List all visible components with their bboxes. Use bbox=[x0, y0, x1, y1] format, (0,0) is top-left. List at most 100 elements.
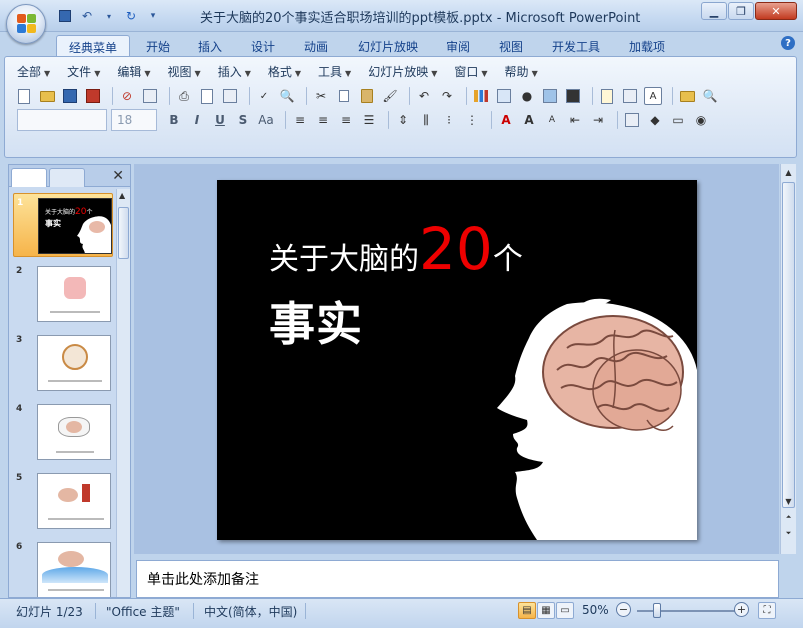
picture-icon[interactable] bbox=[541, 87, 559, 105]
menu-format[interactable]: 格式 ▼ bbox=[268, 63, 301, 81]
slide-thumbnail-1[interactable]: 1 关于大脑的20个 事实 bbox=[13, 193, 113, 257]
paste-icon[interactable] bbox=[358, 87, 376, 105]
tab-view[interactable]: 视图 bbox=[491, 35, 531, 56]
menu-window[interactable]: 窗口 ▼ bbox=[454, 63, 487, 81]
tab-home[interactable]: 开始 bbox=[138, 35, 178, 56]
shape-fill-icon[interactable]: ◉ bbox=[692, 111, 710, 129]
maximize-button[interactable]: ❐ bbox=[728, 2, 754, 20]
format-painter-icon[interactable]: 🖌 bbox=[381, 87, 399, 105]
customize-qat-icon[interactable]: ▾ bbox=[144, 7, 162, 25]
change-case-button[interactable]: Aa bbox=[257, 111, 275, 129]
print-layout-icon[interactable] bbox=[221, 87, 239, 105]
underline-button[interactable]: U bbox=[211, 111, 229, 129]
increase-indent-icon[interactable]: ⇥ bbox=[589, 111, 607, 129]
slideshow-view-icon[interactable]: ▭ bbox=[556, 602, 574, 619]
close-icon[interactable]: ✕ bbox=[112, 168, 124, 184]
redo-icon[interactable]: ↷ bbox=[438, 87, 456, 105]
numbering-icon[interactable]: ⋮ bbox=[463, 111, 481, 129]
layout-icon[interactable] bbox=[621, 87, 639, 105]
tab-developer[interactable]: 开发工具 bbox=[545, 35, 607, 56]
tab-review[interactable]: 审阅 bbox=[438, 35, 478, 56]
slide-sorter-icon[interactable]: ▦ bbox=[537, 602, 555, 619]
shapes-icon[interactable]: ◆ bbox=[646, 111, 664, 129]
menu-slideshow[interactable]: 幻灯片放映 ▼ bbox=[368, 63, 437, 81]
undo-icon[interactable]: ↶ bbox=[415, 87, 433, 105]
menu-insert[interactable]: 插入 ▼ bbox=[218, 63, 251, 81]
scroll-down-icon[interactable]: ▼ bbox=[782, 494, 795, 508]
align-right-icon[interactable]: ≡ bbox=[337, 111, 355, 129]
tab-slides[interactable] bbox=[11, 168, 47, 187]
bold-button[interactable]: B bbox=[165, 111, 183, 129]
font-color-icon[interactable]: A bbox=[497, 111, 515, 129]
undo-icon[interactable]: ↶ bbox=[78, 7, 96, 25]
print-icon[interactable]: ⎙ bbox=[175, 87, 193, 105]
menu-help[interactable]: 帮助 ▼ bbox=[505, 63, 538, 81]
notes-pane[interactable]: 单击此处添加备注 bbox=[136, 560, 779, 598]
slide-thumbnail-4[interactable]: 4 bbox=[13, 400, 113, 464]
scrollbar-thumb[interactable] bbox=[782, 182, 795, 508]
scroll-up-icon[interactable]: ▲ bbox=[119, 191, 125, 200]
align-center-icon[interactable]: ≡ bbox=[314, 111, 332, 129]
save-icon[interactable] bbox=[56, 7, 74, 25]
current-slide[interactable]: 关于大脑的20个 事实 bbox=[217, 180, 697, 540]
slide-thumbnail-2[interactable]: 2 bbox=[13, 262, 113, 326]
language-indicator[interactable]: 中文(简体，中国) bbox=[204, 603, 297, 620]
shape-style-icon[interactable]: ▭ bbox=[669, 111, 687, 129]
shadow-button[interactable]: S bbox=[234, 111, 252, 129]
tab-slideshow[interactable]: 幻灯片放映 bbox=[350, 35, 426, 56]
slide-thumbnail-5[interactable]: 5 bbox=[13, 469, 113, 533]
menu-file[interactable]: 文件 ▼ bbox=[67, 63, 100, 81]
close-button[interactable]: ✕ bbox=[755, 2, 797, 20]
print-preview-icon[interactable] bbox=[198, 87, 216, 105]
shrink-font-icon[interactable]: A bbox=[543, 111, 561, 129]
text-direction-icon[interactable]: ⇕ bbox=[394, 111, 412, 129]
arrange-icon[interactable] bbox=[623, 111, 641, 129]
research-icon[interactable]: 🔍 bbox=[278, 87, 296, 105]
previous-slide-icon[interactable]: ⏶ bbox=[782, 510, 795, 524]
tab-addins[interactable]: 加载项 bbox=[622, 35, 672, 56]
font-name-select[interactable] bbox=[17, 109, 107, 131]
zoom-in-icon[interactable]: + bbox=[734, 602, 749, 617]
menu-tools[interactable]: 工具 ▼ bbox=[318, 63, 351, 81]
attach-icon[interactable] bbox=[141, 87, 159, 105]
tab-animation[interactable]: 动画 bbox=[296, 35, 336, 56]
zoom-icon[interactable]: 🔍 bbox=[701, 87, 719, 105]
slide-scrollbar[interactable]: ▲ ▼ ⏶ ⏷ bbox=[780, 164, 796, 554]
textbox-icon[interactable]: A bbox=[644, 87, 662, 105]
grow-font-icon[interactable]: A bbox=[520, 111, 538, 129]
minimize-button[interactable]: ▁ bbox=[701, 2, 727, 20]
italic-button[interactable]: I bbox=[188, 111, 206, 129]
save-as-pdf-icon[interactable] bbox=[84, 87, 102, 105]
slide-thumbnail-3[interactable]: 3 bbox=[13, 331, 113, 395]
open-folder-icon[interactable] bbox=[678, 87, 696, 105]
tab-classic-menu[interactable]: 经典菜单 bbox=[56, 35, 130, 56]
bullets-icon[interactable]: ⁝ bbox=[440, 111, 458, 129]
zoom-level[interactable]: 50% bbox=[582, 603, 609, 617]
clipart-icon[interactable]: ● bbox=[518, 87, 536, 105]
next-slide-icon[interactable]: ⏷ bbox=[782, 526, 795, 540]
new-slide-icon[interactable] bbox=[598, 87, 616, 105]
new-document-icon[interactable] bbox=[15, 87, 33, 105]
redo-icon[interactable]: ↻ bbox=[122, 7, 140, 25]
decrease-indent-icon[interactable]: ⇤ bbox=[566, 111, 584, 129]
menu-all[interactable]: 全部 ▼ bbox=[17, 63, 50, 81]
cut-icon[interactable]: ✂ bbox=[312, 87, 330, 105]
zoom-out-icon[interactable]: − bbox=[616, 602, 631, 617]
normal-view-icon[interactable]: ▤ bbox=[518, 602, 536, 619]
menu-view[interactable]: 视图 ▼ bbox=[168, 63, 201, 81]
help-icon[interactable]: ? bbox=[781, 36, 795, 50]
chart-icon[interactable] bbox=[472, 87, 490, 105]
menu-edit[interactable]: 编辑 ▼ bbox=[117, 63, 150, 81]
spelling-icon[interactable]: ✓ bbox=[255, 87, 273, 105]
permission-icon[interactable]: ⊘ bbox=[118, 87, 136, 105]
align-left-icon[interactable]: ≡ bbox=[291, 111, 309, 129]
fill-color-icon[interactable] bbox=[564, 87, 582, 105]
tab-insert[interactable]: 插入 bbox=[190, 35, 230, 56]
office-button[interactable] bbox=[6, 4, 46, 44]
scrollbar-thumb[interactable] bbox=[118, 207, 129, 259]
table-icon[interactable] bbox=[495, 87, 513, 105]
save-icon[interactable] bbox=[61, 87, 79, 105]
font-size-select[interactable]: 18 bbox=[111, 109, 157, 131]
scroll-up-icon[interactable]: ▲ bbox=[782, 165, 795, 179]
tab-outline[interactable] bbox=[49, 168, 85, 187]
